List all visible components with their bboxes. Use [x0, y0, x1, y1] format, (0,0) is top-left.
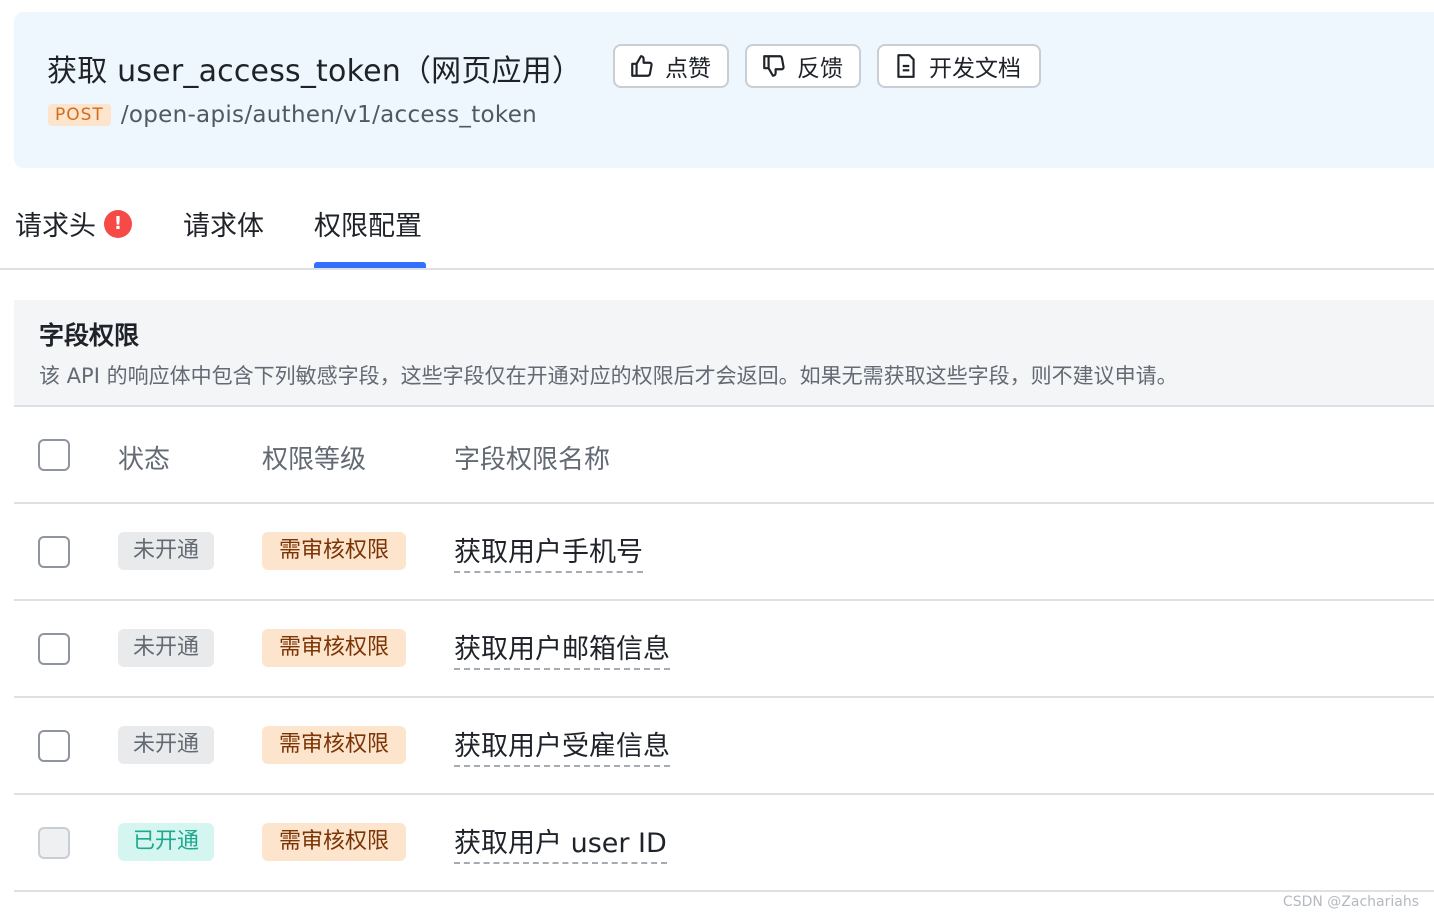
section-description: 该 API 的响应体中包含下列敏感字段，这些字段仅在开通对应的权限后才会返回。如… [39, 364, 1178, 388]
feedback-button[interactable]: 反馈 [745, 44, 861, 88]
table-row: 已开通 需审核权限 获取用户 user ID [14, 793, 1434, 892]
active-tab-indicator [314, 262, 426, 268]
thumbs-down-icon [763, 55, 785, 77]
permission-name-link[interactable]: 获取用户 user ID [454, 821, 667, 864]
api-title: 获取 user_access_token（网页应用） [47, 54, 583, 89]
row-checkbox[interactable] [38, 633, 70, 665]
title-row: 获取 user_access_token（网页应用） [47, 44, 582, 92]
status-badge: 未开通 [118, 726, 214, 764]
docs-label: 开发文档 [929, 56, 1021, 82]
status-badge: 未开通 [118, 629, 214, 667]
feedback-label: 反馈 [797, 56, 843, 82]
api-header: 获取 user_access_token（网页应用） 点赞 反馈 开发文档 PO… [14, 12, 1434, 168]
method-badge: POST [48, 104, 111, 126]
permission-level-badge: 需审核权限 [262, 629, 406, 667]
permission-level-badge: 需审核权限 [262, 726, 406, 764]
field-permissions-section: 字段权限 该 API 的响应体中包含下列敏感字段，这些字段仅在开通对应的权限后才… [14, 300, 1434, 407]
row-checkbox-disabled [38, 827, 70, 859]
tab-label: 权限配置 [314, 211, 422, 242]
watermark: CSDN @Zachariahs [1282, 894, 1419, 910]
thumbs-up-icon [631, 55, 653, 77]
like-button[interactable]: 点赞 [613, 44, 729, 88]
tab-label: 请求头 [15, 211, 96, 242]
table-row: 未开通 需审核权限 获取用户手机号 [14, 502, 1434, 601]
warning-icon: ! [104, 209, 132, 238]
permission-name-link[interactable]: 获取用户邮箱信息 [454, 627, 670, 670]
row-checkbox[interactable] [38, 730, 70, 762]
document-icon [897, 54, 915, 78]
permission-level-badge: 需审核权限 [262, 823, 406, 861]
api-path: /open-apis/authen/v1/access_token [120, 102, 538, 128]
column-header-level: 权限等级 [262, 445, 367, 475]
column-header-name: 字段权限名称 [454, 445, 611, 475]
select-all-checkbox[interactable] [38, 439, 70, 471]
tab-bar: 请求头 ! 请求体 权限配置 [0, 176, 1434, 270]
endpoint-row: POST /open-apis/authen/v1/access_token [48, 102, 537, 128]
row-checkbox[interactable] [38, 536, 70, 568]
tab-request-body[interactable]: 请求体 [183, 204, 264, 243]
permission-level-badge: 需审核权限 [262, 532, 406, 570]
table-row: 未开通 需审核权限 获取用户邮箱信息 [14, 599, 1434, 698]
tab-request-headers[interactable]: 请求头 ! [15, 204, 132, 243]
column-header-status: 状态 [118, 445, 171, 475]
status-badge: 已开通 [118, 823, 214, 861]
docs-button[interactable]: 开发文档 [877, 44, 1041, 88]
permission-name-link[interactable]: 获取用户受雇信息 [454, 724, 670, 767]
status-badge: 未开通 [118, 532, 214, 570]
table-row: 未开通 需审核权限 获取用户受雇信息 [14, 696, 1434, 795]
tab-label: 请求体 [183, 211, 264, 242]
tab-permissions[interactable]: 权限配置 [314, 204, 422, 243]
section-title: 字段权限 [39, 321, 140, 350]
table-header-row: 状态 权限等级 字段权限名称 [14, 405, 1434, 504]
like-label: 点赞 [665, 56, 711, 82]
permission-name-link[interactable]: 获取用户手机号 [454, 530, 643, 573]
